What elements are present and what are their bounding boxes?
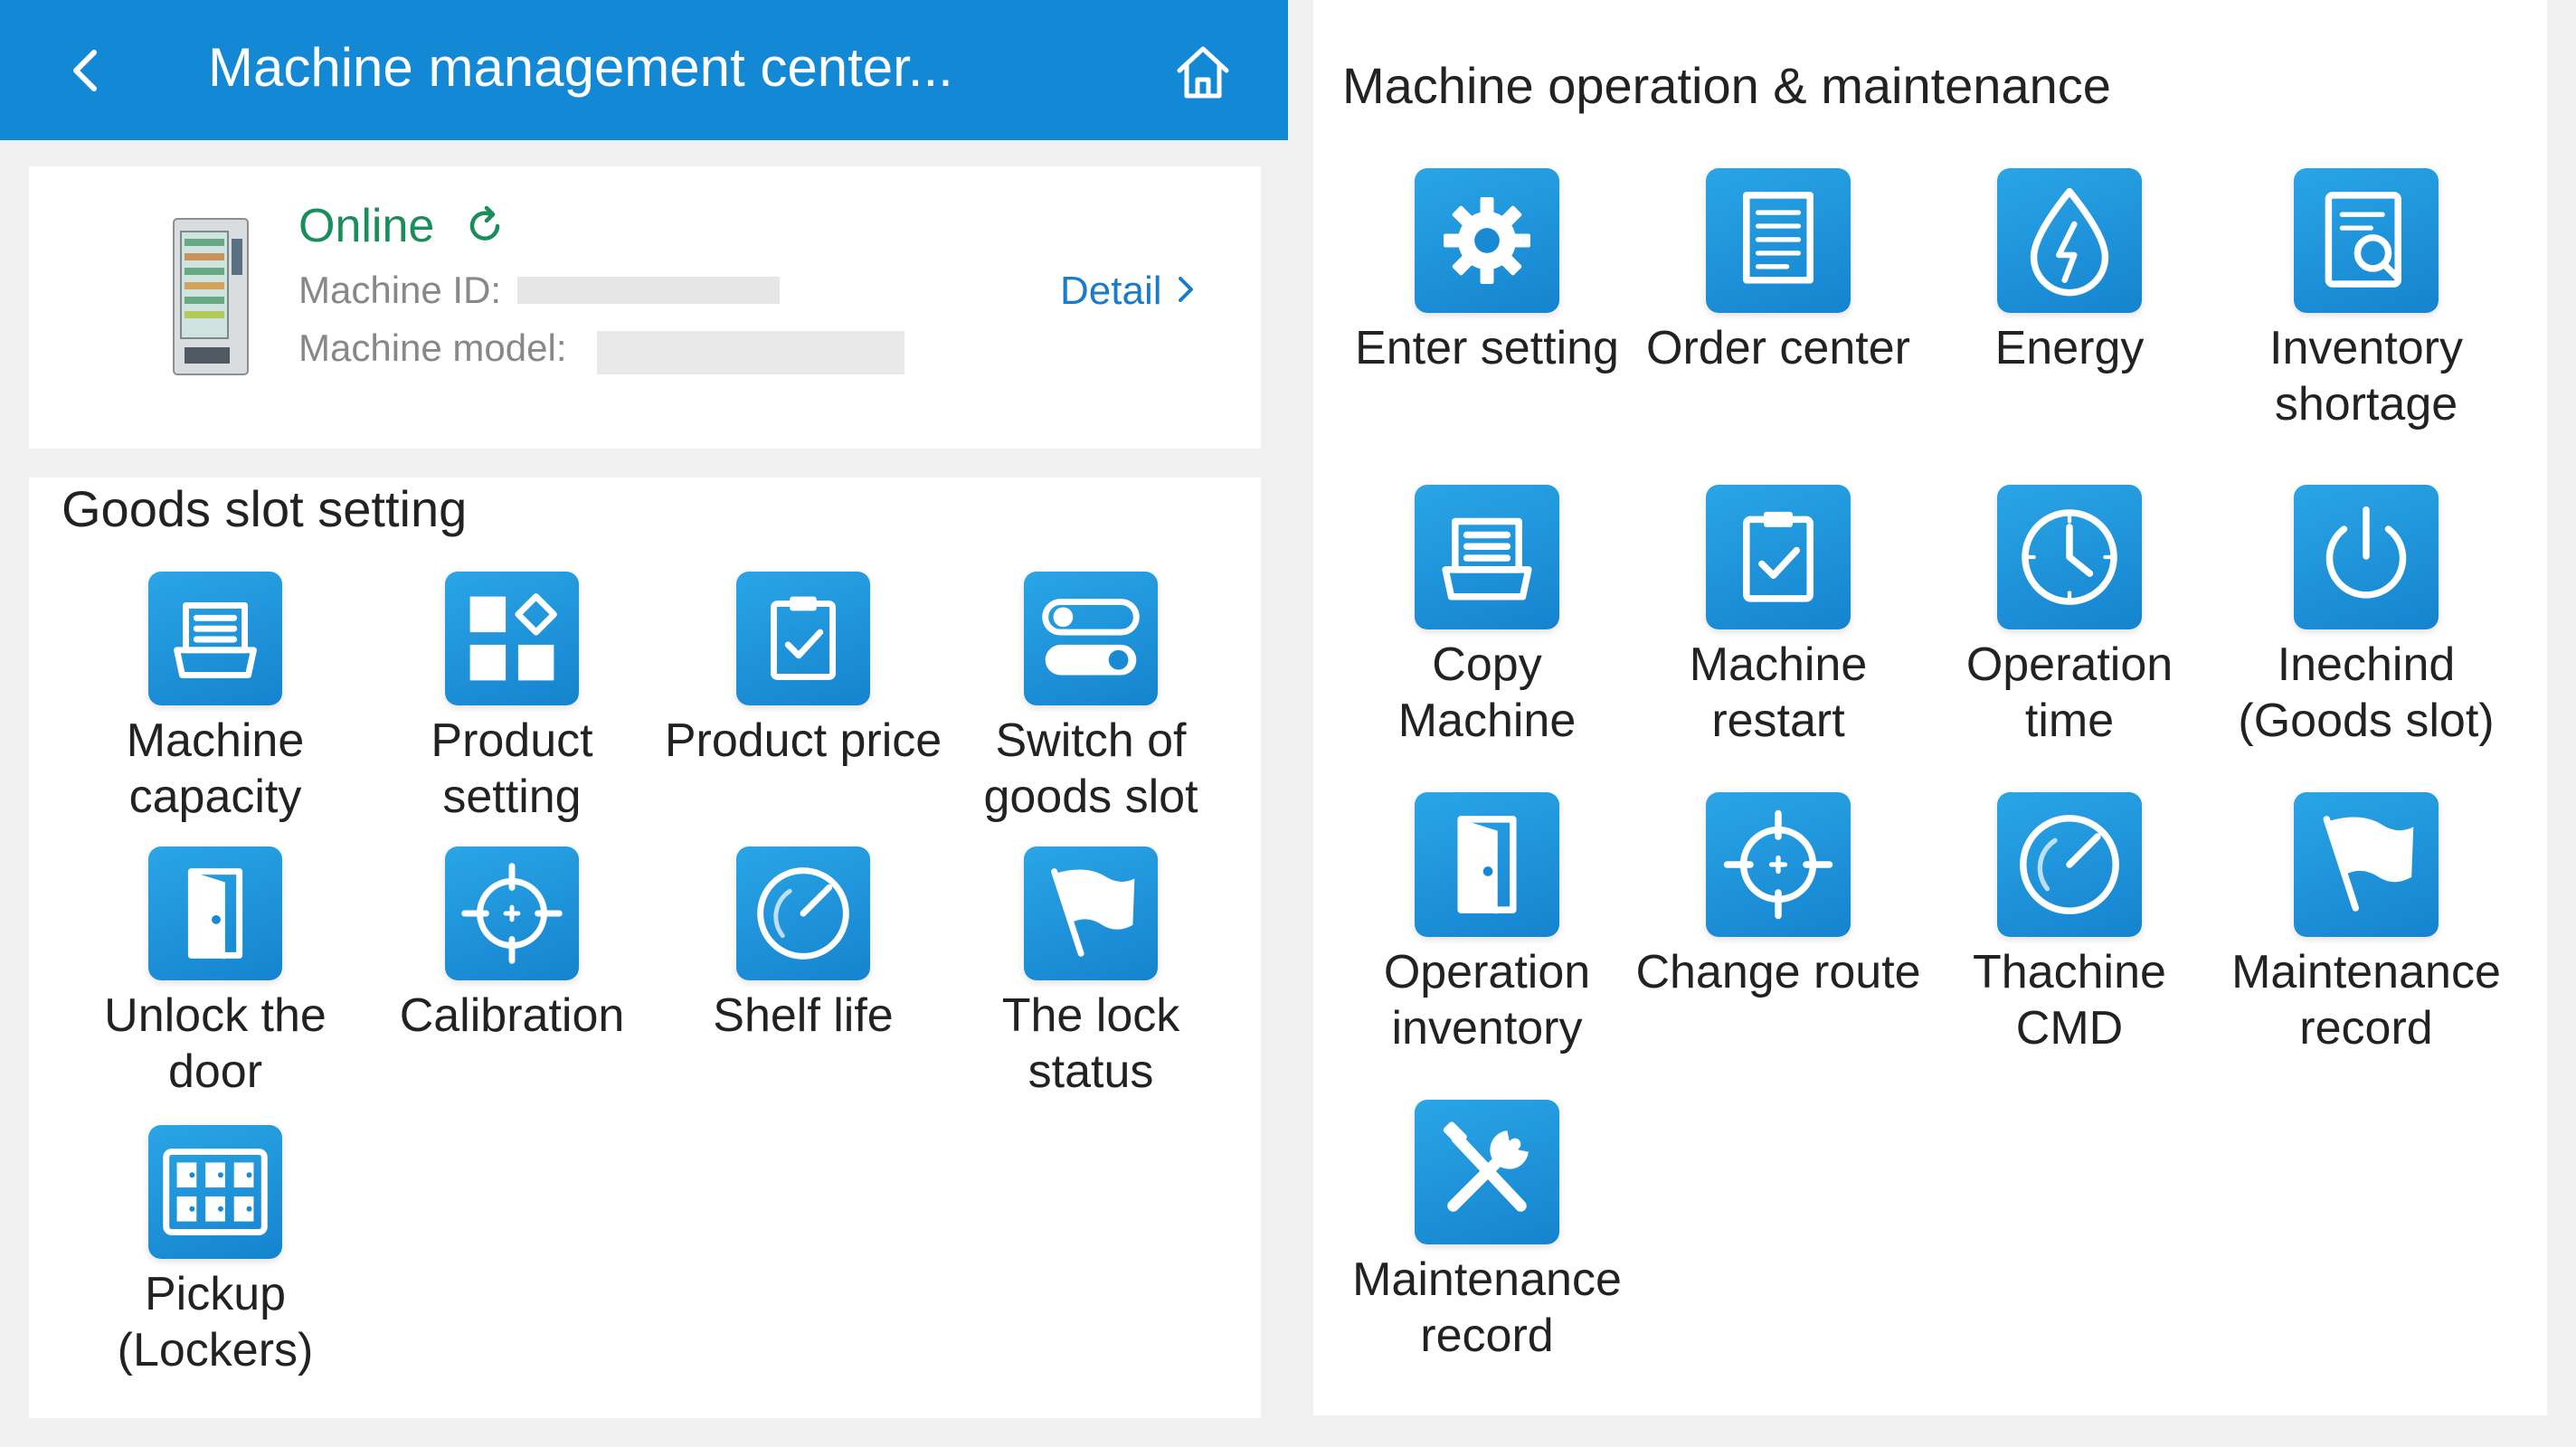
item-label: Machine capacity [126,714,305,823]
item-label: Maintenance record [2231,946,2501,1055]
machine-model-label: Machine model: [298,326,567,369]
goods-slot-section: Goods slot setting Machine capacity Produ… [29,478,1261,1418]
drawer-icon [148,572,282,705]
item-label: Calibration [399,989,625,1042]
item-label: Maintenance record [1352,1253,1622,1362]
home-button[interactable] [1167,36,1239,109]
energy-item[interactable]: Energy [1920,168,2219,438]
order-center-item[interactable]: Order center [1629,168,1927,438]
item-label: Operation inventory [1383,946,1591,1055]
item-label: The lock status [1001,989,1180,1098]
inventory-shortage-item[interactable]: Inventory shortage [2217,168,2515,438]
machine-id-value-redacted [517,277,780,304]
pickup-lockers-item[interactable]: Pickup (Lockers) [66,1125,365,1384]
shelf-life-item[interactable]: Shelf life [654,846,952,1105]
section-title: Machine operation & maintenance [1342,57,2111,114]
unlock-the-door-item[interactable]: Unlock the door [66,846,365,1105]
copy-machine-item[interactable]: Copy Machine [1338,485,1636,754]
power-icon [2294,485,2439,629]
item-label: Switch of goods slot [983,714,1198,823]
flag-icon [1024,846,1158,980]
the-lock-status-item[interactable]: The lock status [942,846,1240,1105]
crosshair-icon [445,846,579,980]
section-title: Goods slot setting [62,480,468,537]
maintenance-record-item[interactable]: Maintenance record [1338,1100,1636,1369]
calibration-item[interactable]: Calibration [363,846,661,1105]
flag-icon [2294,792,2439,937]
item-label: Enter setting [1355,322,1619,374]
operation-inventory-item[interactable]: Operation inventory [1338,792,1636,1062]
item-label: Shelf life [713,989,894,1042]
item-label: Change route [1635,946,1921,998]
item-label: Machine restart [1689,638,1868,747]
refresh-icon[interactable] [463,204,507,248]
item-label: Product price [664,714,942,767]
back-button[interactable] [54,36,118,104]
clock-icon [1997,485,2142,629]
machine-restart-item[interactable]: Machine restart [1629,485,1927,754]
machine-info-card: Online Machine ID: Machine model: Detail [29,166,1261,449]
online-status: Online [298,200,435,252]
machine-capacity-item[interactable]: Machine capacity [66,572,365,830]
item-label: Operation time [1965,638,2174,747]
item-label: Copy Machine [1397,638,1577,747]
drawer-icon [1415,485,1559,629]
item-label: Energy [1994,322,2145,374]
door-icon [1415,792,1559,937]
tools-icon [1415,1100,1559,1244]
detail-link[interactable]: Detail [1060,266,1200,317]
vending-machine-image [137,212,278,383]
crosshair-icon [1706,792,1851,937]
machine-id-label: Machine ID: [298,269,502,311]
energy-drop-icon [1997,168,2142,313]
machine-model-value-redacted [597,331,904,374]
app-header: Machine management center... [0,0,1288,140]
lockers-icon [148,1125,282,1259]
item-label: Unlock the door [104,989,327,1098]
item-label: Order center [1646,322,1910,374]
toggle-icon [1024,572,1158,705]
item-label: Inechind (Goods slot) [2238,638,2495,747]
thachine-cmd-item[interactable]: Thachine CMD [1920,792,2219,1062]
gauge-icon [736,846,870,980]
product-setting-item[interactable]: Product setting [363,572,661,830]
receipt-icon [1706,168,1851,313]
clipboard-check-icon [736,572,870,705]
chevron-left-icon [73,50,97,91]
door-icon [148,846,282,980]
operations-section: Machine operation & maintenance Enter se… [1313,0,2547,1415]
detail-link-label: Detail [1060,269,1162,313]
clipboard-check-icon [1706,485,1851,629]
item-label: Product setting [431,714,593,823]
product-price-item[interactable]: Product price [654,572,952,830]
gauge-icon [1997,792,2142,937]
operation-time-item[interactable]: Operation time [1920,485,2219,754]
enter-setting-item[interactable]: Enter setting [1338,168,1636,438]
change-route-item[interactable]: Change route [1629,792,1927,1062]
home-icon [1177,46,1229,99]
switch-of-goods-slot-item[interactable]: Switch of goods slot [942,572,1240,830]
item-label: Thachine CMD [1973,946,2166,1055]
inechind-goods-slot-item[interactable]: Inechind (Goods slot) [2217,485,2515,754]
item-label: Inventory shortage [2269,322,2463,430]
gear-icon [1415,168,1559,313]
item-label: Pickup (Lockers) [117,1268,314,1376]
chevron-right-icon [1178,277,1193,302]
maintenance-record-item[interactable]: Maintenance record [2217,792,2515,1062]
grid-diamond-icon [445,572,579,705]
page-title: Machine management center... [208,37,953,98]
inventory-search-icon [2294,168,2439,313]
